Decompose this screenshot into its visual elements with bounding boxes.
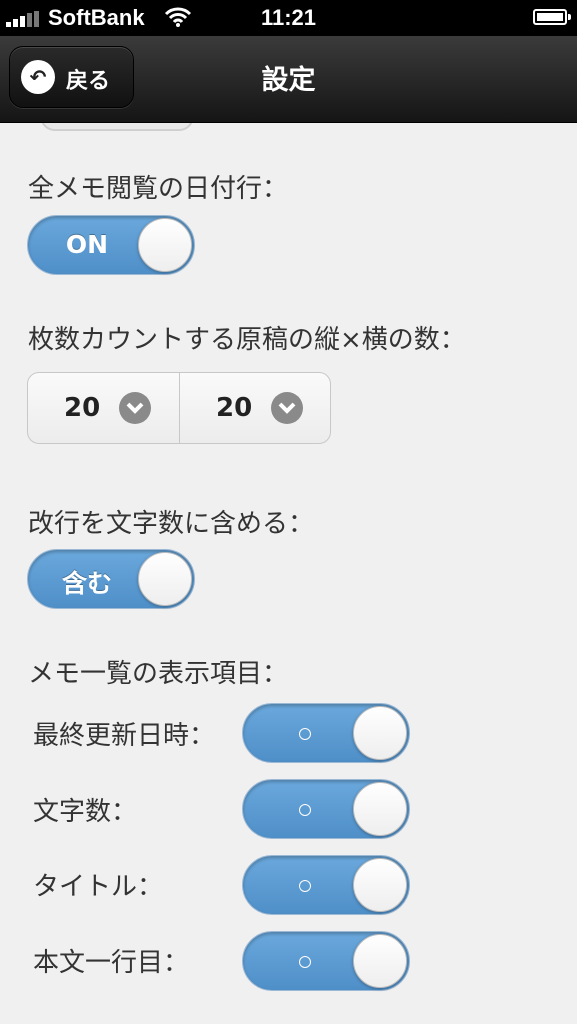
list-item-title-label: タイトル： bbox=[33, 872, 164, 902]
toggle-knob bbox=[353, 706, 407, 760]
grid-rows-select[interactable]: 20 bbox=[28, 373, 179, 443]
toggle-knob bbox=[138, 552, 192, 606]
settings-content[interactable]: 全メモ閲覧の日付行： ON 枚数カウントする原稿の縦×横の数： 20 20 改行… bbox=[0, 123, 577, 1024]
toggle-on-indicator bbox=[299, 804, 311, 816]
toggle-knob bbox=[138, 218, 192, 272]
status-time: 11:21 bbox=[260, 5, 317, 30]
grid-size-select-group: 20 20 bbox=[27, 372, 331, 444]
newline-toggle-text: 含む bbox=[61, 569, 112, 598]
newline-label: 改行を文字数に含める： bbox=[28, 509, 315, 539]
date-line-toggle[interactable]: ON bbox=[27, 215, 195, 275]
toggle-on-indicator bbox=[299, 880, 311, 892]
date-line-label: 全メモ閲覧の日付行： bbox=[28, 174, 289, 204]
chevron-down-icon bbox=[119, 392, 151, 424]
list-item-charcount-toggle[interactable] bbox=[242, 779, 410, 839]
previous-toggle-peek bbox=[40, 123, 194, 131]
status-bar: SoftBank 11:21 bbox=[0, 0, 577, 36]
list-item-firstline-toggle[interactable] bbox=[242, 931, 410, 991]
grid-cols-select[interactable]: 20 bbox=[179, 373, 330, 443]
list-item-updated-label: 最終更新日時： bbox=[33, 721, 216, 751]
newline-toggle[interactable]: 含む bbox=[27, 549, 195, 609]
toggle-knob bbox=[353, 934, 407, 988]
list-item-title-toggle[interactable] bbox=[242, 855, 410, 915]
toggle-on-indicator bbox=[299, 728, 311, 740]
toggle-on-indicator bbox=[299, 956, 311, 968]
grid-size-label: 枚数カウントする原稿の縦×横の数： bbox=[28, 325, 466, 355]
list-item-firstline-label: 本文一行目： bbox=[33, 948, 190, 978]
list-item-charcount-label: 文字数： bbox=[33, 797, 138, 827]
grid-rows-value: 20 bbox=[64, 393, 101, 423]
chevron-down-icon bbox=[271, 392, 303, 424]
date-line-toggle-text: ON bbox=[65, 230, 109, 259]
battery-icon bbox=[533, 9, 571, 25]
list-item-updated-toggle[interactable] bbox=[242, 703, 410, 763]
grid-cols-value: 20 bbox=[216, 393, 253, 423]
nav-header: ↶ 戻る 設定 bbox=[0, 36, 577, 123]
page-title: 設定 bbox=[261, 65, 316, 96]
toggle-knob bbox=[353, 782, 407, 836]
list-items-label: メモ一覧の表示項目： bbox=[28, 659, 289, 689]
toggle-knob bbox=[353, 858, 407, 912]
